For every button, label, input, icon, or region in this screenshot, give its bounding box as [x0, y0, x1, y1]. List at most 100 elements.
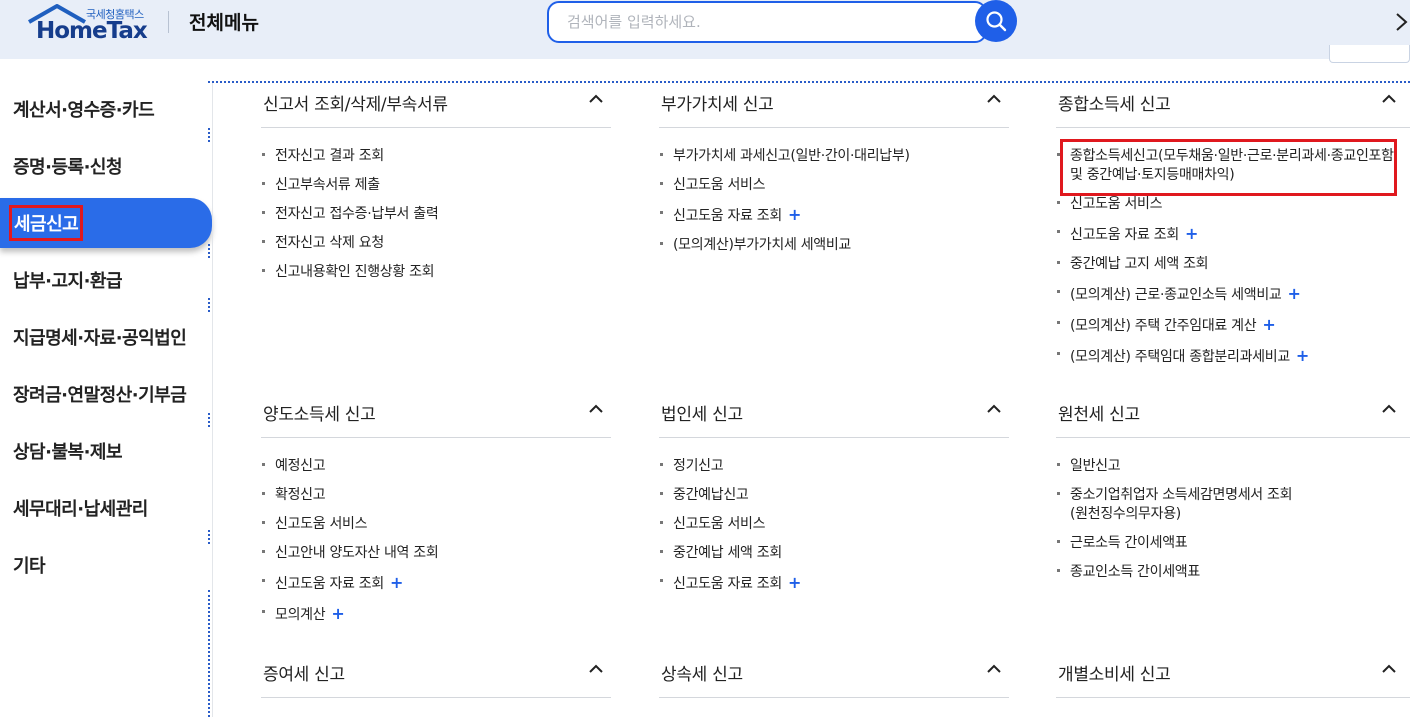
focus-outline-mark: [208, 128, 210, 142]
menu-item[interactable]: 신고도움 자료 조회 +: [261, 573, 611, 594]
menu-item[interactable]: 신고부속서류 제출: [261, 176, 611, 195]
section-vat: 부가가치세 신고 부가가치세 과세신고(일반·간이·대리납부) 신고도움 서비스…: [659, 84, 1009, 265]
section-header[interactable]: 법인세 신고: [659, 394, 1009, 438]
expand-plus-icon[interactable]: +: [390, 573, 403, 592]
menu-item[interactable]: 중간예납신고: [659, 486, 1009, 505]
expand-plus-icon[interactable]: +: [788, 573, 801, 592]
section-income-tax: 종합소득세 신고 종합소득세신고(모두채움·일반·근로·분리과세·종교인포함 및 …: [1056, 84, 1410, 377]
sidebar-item-statements[interactable]: 지급명세·자료·공익법인: [0, 312, 212, 362]
bullet-icon: [1057, 261, 1060, 264]
chevron-up-icon[interactable]: [589, 404, 603, 414]
chevron-up-icon[interactable]: [987, 664, 1001, 674]
page-title: 전체메뉴: [189, 12, 259, 34]
section-gift-tax: 증여세 신고: [261, 654, 611, 698]
sidebar-item-payment[interactable]: 납부·고지·환급: [0, 255, 212, 305]
menu-item[interactable]: 전자신고 삭제 요청: [261, 234, 611, 253]
menu-item[interactable]: (모의계산) 주택 간주임대료 계산 +: [1056, 315, 1410, 336]
menu-item[interactable]: 신고안내 양도자산 내역 조회: [261, 544, 611, 563]
section-title: 법인세 신고: [661, 405, 743, 425]
sidebar-item-etc[interactable]: 기타: [0, 540, 212, 590]
expand-plus-icon[interactable]: +: [331, 604, 344, 623]
sidebar-item-label: 세무대리·납세관리: [13, 499, 148, 520]
bullet-icon: [1057, 201, 1060, 204]
menu-item[interactable]: 종교인소득 간이세액표: [1056, 563, 1410, 582]
section-title: 상속세 신고: [661, 665, 743, 685]
logo-text: HomeTax: [36, 18, 148, 44]
focus-outline-mark: [208, 530, 210, 544]
bullet-icon: [262, 269, 265, 272]
highlight-annotation: [1060, 139, 1397, 196]
bullet-icon: [1057, 230, 1060, 233]
focus-outline-mark: [208, 298, 210, 312]
hometax-logo[interactable]: 국세청홈택스 HomeTax: [27, 4, 149, 44]
section-title: 종합소득세 신고: [1058, 95, 1171, 115]
sidebar-item-tax-filing[interactable]: 세금신고: [0, 198, 212, 248]
top-right-tab[interactable]: [1329, 45, 1410, 63]
menu-item[interactable]: 신고도움 자료 조회 +: [659, 205, 1009, 226]
menu-item[interactable]: 전자신고 접수증·납부서 출력: [261, 205, 611, 224]
chevron-right-icon[interactable]: [1394, 10, 1410, 34]
sidebar-item-certificate[interactable]: 증명·등록·신청: [0, 141, 212, 191]
bullet-icon: [660, 550, 663, 553]
menu-item[interactable]: 신고도움 서비스: [659, 515, 1009, 534]
sidebar-item-label: 상담·불복·제보: [13, 442, 123, 463]
sidebar-item-invoice[interactable]: 계산서·영수증·카드: [0, 84, 212, 134]
focus-outline-mark: [208, 590, 210, 717]
bullet-icon: [660, 211, 663, 214]
expand-plus-icon[interactable]: +: [788, 205, 801, 224]
section-inheritance-tax: 상속세 신고: [659, 654, 1009, 698]
menu-item[interactable]: 중간예납 고지 세액 조회: [1056, 255, 1410, 274]
menu-item[interactable]: 신고도움 서비스: [1056, 195, 1410, 214]
menu-item[interactable]: 신고내용확인 진행상황 조회: [261, 263, 611, 282]
menu-item[interactable]: 확정신고: [261, 486, 611, 505]
menu-item[interactable]: 일반신고: [1056, 457, 1410, 476]
menu-item[interactable]: (모의계산) 근로·종교인소득 세액비교 +: [1056, 284, 1410, 305]
menu-item[interactable]: (모의계산)부가가치세 세액비교: [659, 236, 1009, 255]
section-header[interactable]: 양도소득세 신고: [261, 394, 611, 438]
sidebar-item-incentives[interactable]: 장려금·연말정산·기부금: [0, 369, 212, 419]
section-header[interactable]: 부가가치세 신고: [659, 84, 1009, 128]
menu-item[interactable]: 근로소득 간이세액표: [1056, 534, 1410, 553]
section-header[interactable]: 종합소득세 신고: [1056, 84, 1410, 128]
sidebar-item-agent[interactable]: 세무대리·납세관리: [0, 483, 212, 533]
chevron-up-icon[interactable]: [1382, 404, 1396, 414]
bullet-icon: [262, 463, 265, 466]
menu-item[interactable]: 예정신고: [261, 457, 611, 476]
expand-plus-icon[interactable]: +: [1185, 224, 1198, 243]
section-header[interactable]: 상속세 신고: [659, 654, 1009, 698]
chevron-up-icon[interactable]: [1382, 664, 1396, 674]
section-header[interactable]: 원천세 신고: [1056, 394, 1410, 438]
menu-item[interactable]: 정기신고: [659, 457, 1009, 476]
menu-item[interactable]: 모의계산 +: [261, 604, 611, 625]
sidebar-menu: 계산서·영수증·카드 증명·등록·신청 세금신고 납부·고지·환급 지급명세·자…: [0, 82, 212, 717]
menu-item[interactable]: 중소기업취업자 소득세감면명세서 조회 (원천징수의무자용): [1056, 486, 1410, 524]
sidebar-item-label: 장려금·연말정산·기부금: [13, 385, 187, 406]
menu-item[interactable]: 부가가치세 과세신고(일반·간이·대리납부): [659, 147, 1009, 166]
expand-plus-icon[interactable]: +: [1296, 346, 1309, 365]
menu-item[interactable]: 신고도움 자료 조회 +: [659, 573, 1009, 594]
menu-item[interactable]: 신고도움 서비스: [261, 515, 611, 534]
search-button[interactable]: [975, 0, 1017, 42]
menu-item[interactable]: (모의계산) 주택임대 종합분리과세비교 +: [1056, 346, 1410, 367]
section-header[interactable]: 증여세 신고: [261, 654, 611, 698]
section-header[interactable]: 개별소비세 신고: [1056, 654, 1410, 698]
section-title: 양도소득세 신고: [263, 405, 376, 425]
menu-item[interactable]: 신고도움 자료 조회 +: [1056, 224, 1410, 245]
chevron-up-icon[interactable]: [1382, 94, 1396, 104]
focus-outline: [208, 81, 1410, 83]
expand-plus-icon[interactable]: +: [1262, 315, 1275, 334]
menu-item[interactable]: 전자신고 결과 조회: [261, 147, 611, 166]
chevron-up-icon[interactable]: [589, 94, 603, 104]
menu-item[interactable]: 중간예납 세액 조회: [659, 544, 1009, 563]
chevron-up-icon[interactable]: [589, 664, 603, 674]
menu-item[interactable]: 신고도움 서비스: [659, 176, 1009, 195]
section-corporate-tax: 법인세 신고 정기신고 중간예납신고 신고도움 서비스 중간예납 세액 조회 신…: [659, 394, 1009, 604]
chevron-up-icon[interactable]: [987, 94, 1001, 104]
chevron-up-icon[interactable]: [987, 404, 1001, 414]
expand-plus-icon[interactable]: +: [1287, 284, 1300, 303]
search-input[interactable]: [567, 3, 967, 41]
section-header[interactable]: 신고서 조회/삭제/부속서류: [261, 84, 611, 128]
sidebar-item-consult[interactable]: 상담·불복·제보: [0, 426, 212, 476]
section-title: 증여세 신고: [263, 665, 345, 685]
bullet-icon: [660, 153, 663, 156]
